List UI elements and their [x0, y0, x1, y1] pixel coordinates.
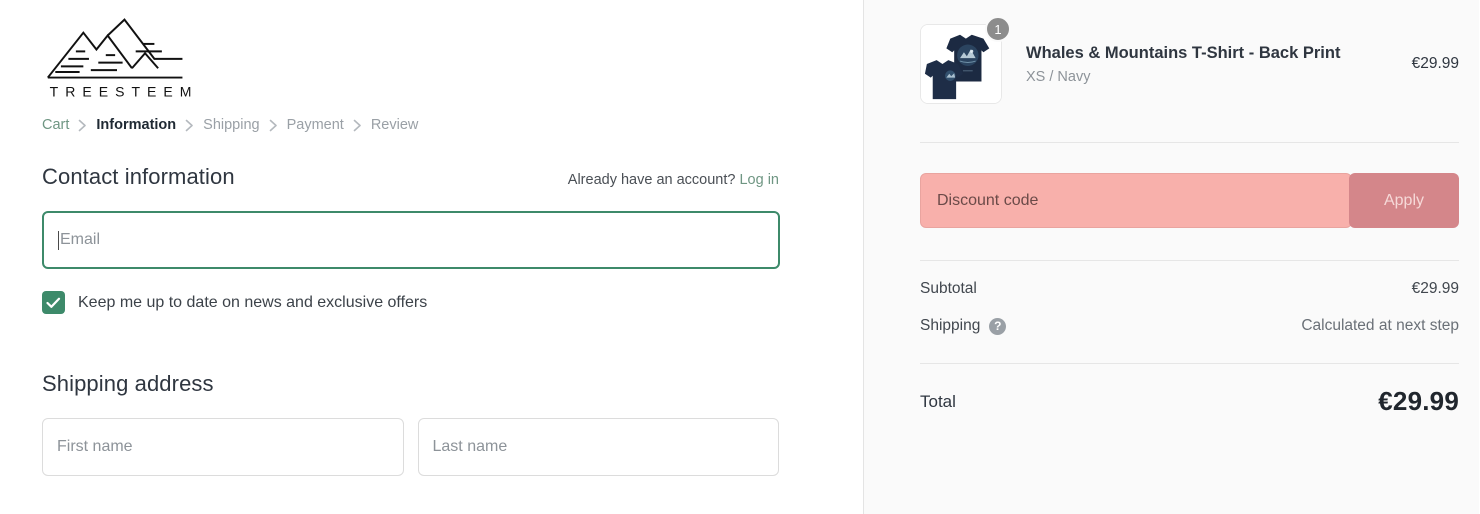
product-price: €29.99	[1411, 55, 1459, 72]
product-thumbnail-wrapper: 1	[920, 16, 1011, 104]
breadcrumb: Cart Information Shipping Payment Review	[42, 114, 779, 136]
name-fields-row: First name Last name	[42, 418, 779, 476]
first-name-placeholder: First name	[57, 438, 133, 455]
login-link[interactable]: Log in	[739, 172, 779, 188]
breadcrumb-item-shipping: Shipping	[203, 117, 260, 133]
total-label: Total	[920, 391, 956, 411]
discount-row: Discount code Apply	[920, 173, 1459, 228]
account-prompt-text: Already have an account?	[567, 172, 736, 188]
subtotal-label: Subtotal	[920, 280, 977, 297]
product-details: Whales & Mountains T-Shirt - Back Print …	[1002, 43, 1398, 85]
shipping-label-group: Shipping ?	[920, 317, 1007, 335]
email-placeholder: Email	[60, 231, 101, 248]
breadcrumb-item-payment: Payment	[286, 117, 344, 133]
order-summary-column: 1 Whales & Mountains T-Shirt - Back Prin…	[864, 0, 1479, 514]
logo-wordmark: TREESTEEM	[50, 83, 192, 99]
apply-discount-button[interactable]: Apply	[1349, 173, 1459, 228]
first-name-field[interactable]: First name	[42, 418, 404, 476]
chevron-right-icon	[185, 119, 194, 132]
checkbox-checked-icon[interactable]	[42, 291, 65, 314]
text-cursor	[58, 230, 59, 250]
quantity-badge: 1	[985, 16, 1011, 42]
newsletter-label: Keep me up to date on news and exclusive…	[78, 293, 428, 311]
shipping-row: Shipping ? Calculated at next step	[920, 317, 1459, 335]
divider	[920, 363, 1459, 364]
shipping-value: Calculated at next step	[1301, 317, 1459, 334]
discount-placeholder: Discount code	[937, 191, 1039, 209]
checkout-page: TREESTEEM Cart Information Shipping Paym…	[0, 0, 1480, 514]
checkout-form-column: TREESTEEM Cart Information Shipping Paym…	[0, 0, 864, 514]
grand-total-row: Total €29.99	[920, 386, 1459, 417]
breadcrumb-item-review: Review	[370, 117, 419, 133]
chevron-right-icon	[78, 119, 87, 132]
shipping-label: Shipping	[920, 317, 981, 334]
chevron-right-icon	[353, 119, 362, 132]
order-line-item: 1 Whales & Mountains T-Shirt - Back Prin…	[920, 16, 1459, 104]
subtotal-value: €29.99	[1411, 280, 1459, 297]
divider	[920, 142, 1459, 143]
product-name: Whales & Mountains T-Shirt - Back Print	[1026, 43, 1341, 62]
total-value: €29.99	[1378, 386, 1459, 416]
product-variant: XS / Navy	[1026, 69, 1091, 86]
mountains-logo[interactable]: TREESTEEM	[42, 14, 192, 100]
discount-code-input[interactable]: Discount code	[920, 173, 1352, 228]
shipping-address-heading: Shipping address	[42, 371, 214, 396]
breadcrumb-item-information[interactable]: Information	[96, 117, 176, 133]
breadcrumb-item-cart[interactable]: Cart	[42, 117, 69, 133]
question-mark-icon[interactable]: ?	[989, 317, 1007, 335]
newsletter-checkbox-row[interactable]: Keep me up to date on news and exclusive…	[42, 291, 779, 314]
last-name-field[interactable]: Last name	[417, 418, 779, 476]
divider	[920, 260, 1459, 261]
contact-information-header: Contact information Already have an acco…	[42, 164, 779, 190]
email-field[interactable]: Email	[42, 211, 780, 269]
account-prompt: Already have an account? Log in	[568, 172, 779, 188]
chevron-right-icon	[269, 119, 278, 132]
page-title: Contact information	[42, 164, 235, 189]
totals-section: Subtotal €29.99 Shipping ? Calculated at…	[920, 280, 1459, 335]
subtotal-row: Subtotal €29.99	[920, 280, 1459, 298]
last-name-placeholder: Last name	[432, 438, 508, 455]
